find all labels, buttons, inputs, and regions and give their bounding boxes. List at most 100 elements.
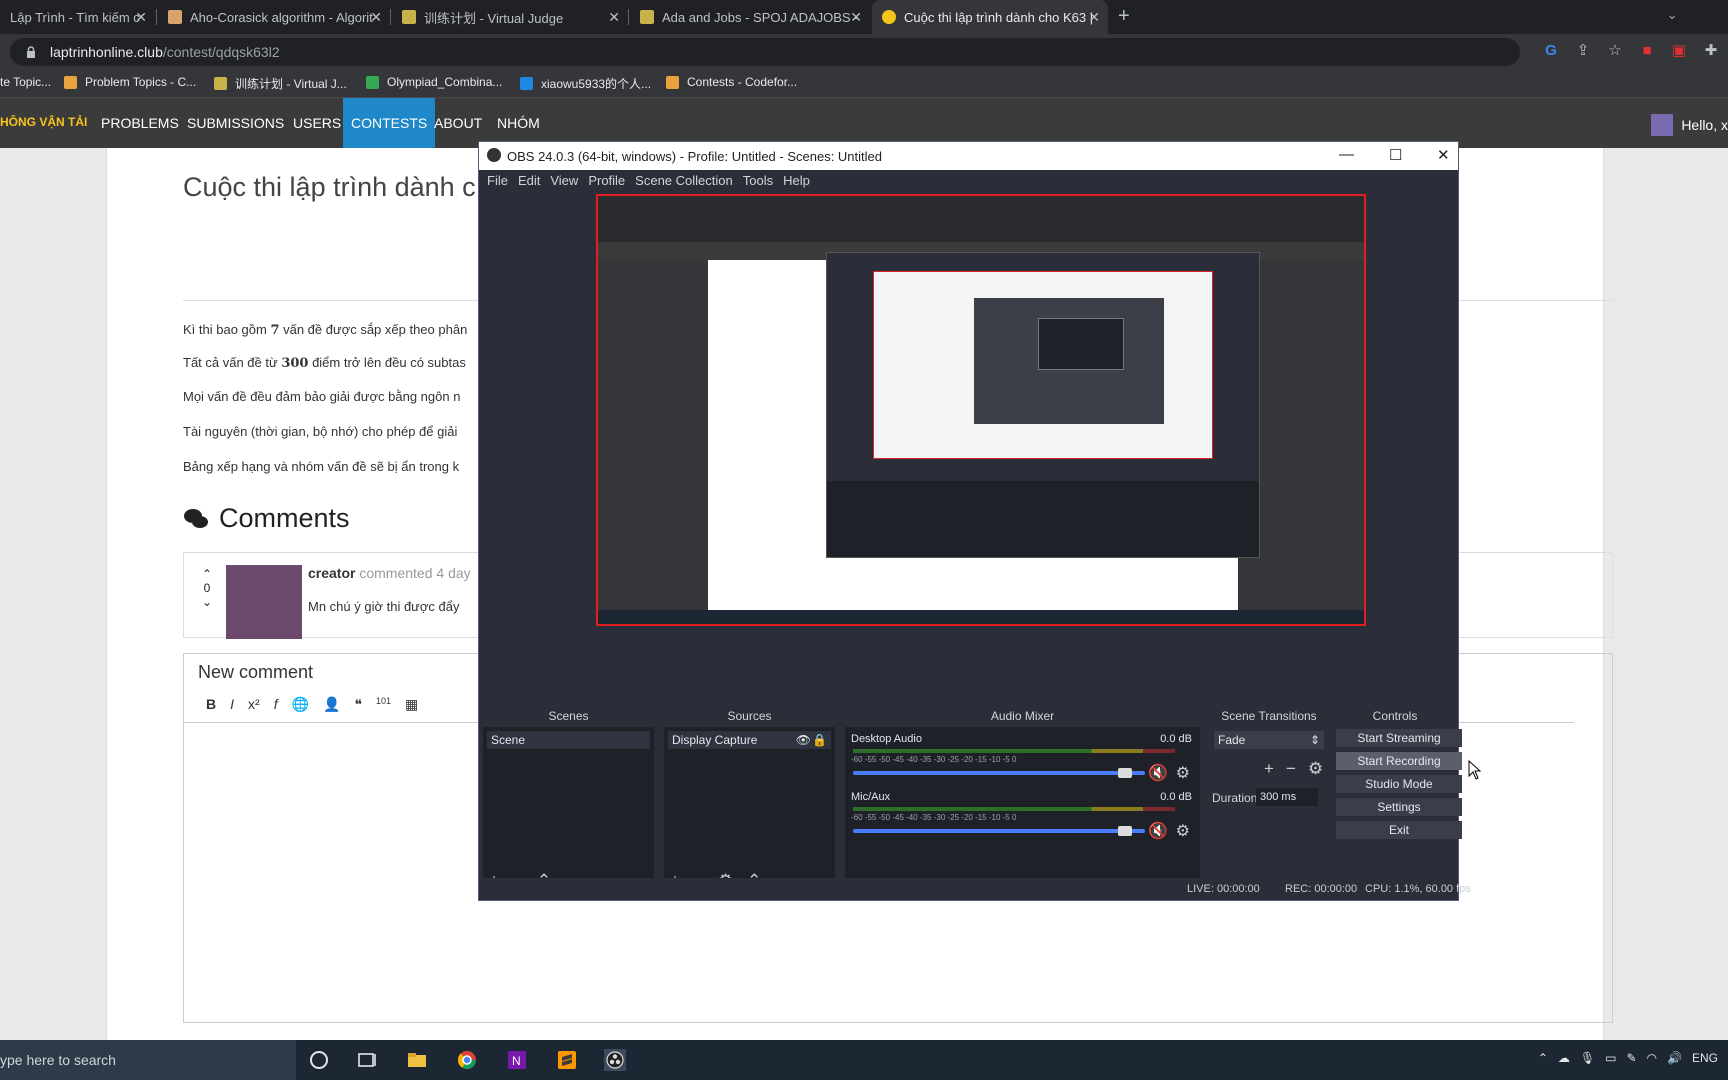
downvote-chevron-icon[interactable]: ⌄ <box>200 595 214 609</box>
microphone-icon[interactable]: 🎙 <box>1580 1051 1595 1065</box>
bold-button[interactable]: B <box>206 696 216 713</box>
nav-contests[interactable]: CONTESTS <box>343 98 436 148</box>
google-lens-icon[interactable]: G <box>1542 42 1560 60</box>
commenter-avatar[interactable] <box>226 565 302 639</box>
url-host: laptrinhonline.club <box>50 44 163 60</box>
sublime-text-icon[interactable] <box>556 1049 578 1071</box>
task-view-icon[interactable] <box>356 1049 378 1071</box>
mic-aux-gear-icon[interactable]: ⚙ <box>1176 821 1190 841</box>
source-list-item[interactable]: Display Capture 👁 🔒 <box>668 731 831 749</box>
tab-contest-active[interactable]: Cuộc thi lập trình dành cho K63 | ✕ <box>872 0 1108 34</box>
eye-visibility-icon[interactable]: 👁 <box>796 731 811 749</box>
obs-taskbar-icon[interactable] <box>604 1049 626 1071</box>
bookmark-item[interactable]: Problem Topics - C... <box>64 75 196 89</box>
chrome-icon[interactable] <box>456 1049 478 1071</box>
gear-icon[interactable]: ⚙ <box>1308 759 1323 779</box>
desktop-audio-gear-icon[interactable]: ⚙ <box>1176 763 1190 783</box>
url-bar[interactable]: laptrinhonline.club/contest/qdqsk63l2 <box>10 38 1520 66</box>
share-icon[interactable]: ⇪ <box>1574 42 1592 60</box>
settings-button[interactable]: Settings <box>1336 798 1462 816</box>
bookmark-item[interactable]: xiaowu5933的个人... <box>520 75 651 92</box>
close-tab-icon[interactable]: ✕ <box>608 9 620 26</box>
remove-icon[interactable]: − <box>1286 759 1296 779</box>
nav-problems[interactable]: PROBLEMS <box>93 98 187 148</box>
transition-select[interactable]: Fade ⇕ <box>1214 731 1324 749</box>
italic-button[interactable]: I <box>230 696 234 713</box>
desktop-audio-mute-speaker-icon[interactable]: 🔇 <box>1148 763 1168 783</box>
menu-tools[interactable]: Tools <box>743 170 773 192</box>
file-explorer-icon[interactable] <box>406 1049 428 1071</box>
nav-users[interactable]: USERS <box>285 98 349 148</box>
pen-icon[interactable]: ✎ <box>1626 1051 1636 1065</box>
extension-red-icon[interactable]: ■ <box>1638 42 1656 60</box>
code-icon[interactable]: 101 <box>376 696 391 713</box>
cloud-icon[interactable]: ☁ <box>1558 1051 1570 1065</box>
superscript-button[interactable]: x² <box>248 696 260 713</box>
menu-help[interactable]: Help <box>783 170 810 192</box>
comment-author[interactable]: creator commented 4 day <box>308 565 471 581</box>
menu-edit[interactable]: Edit <box>518 170 540 192</box>
desktop-audio-slider-knob[interactable] <box>1117 768 1132 778</box>
image-icon[interactable]: ▦ <box>405 696 418 713</box>
extension-record-icon[interactable]: ▣ <box>1670 42 1688 60</box>
cortana-circle-icon[interactable] <box>308 1049 330 1071</box>
desktop-audio-volume-slider[interactable] <box>853 771 1145 775</box>
tray-expand-chevron-icon[interactable]: ⌃ <box>1538 1051 1548 1065</box>
taskbar-search-box[interactable]: ype here to search <box>0 1040 296 1080</box>
menu-profile[interactable]: Profile <box>588 170 625 192</box>
start-streaming-button[interactable]: Start Streaming <box>1336 729 1462 747</box>
bookmark-item[interactable]: 训练计划 - Virtual J... <box>214 75 347 92</box>
close-tab-icon[interactable]: ✕ <box>135 9 147 26</box>
language-indicator[interactable]: ENG <box>1692 1051 1718 1065</box>
start-recording-button[interactable]: Start Recording <box>1336 752 1462 770</box>
tab-search-chevron-icon[interactable]: ⌄ <box>1666 6 1678 23</box>
close-tab-icon[interactable]: ✕ <box>370 9 382 26</box>
onenote-icon[interactable]: N <box>506 1049 528 1071</box>
mic-aux-mute-speaker-icon[interactable]: 🔇 <box>1148 821 1168 841</box>
tab-spoj[interactable]: Ada and Jobs - SPOJ ADAJOBS - ✕ <box>630 0 870 34</box>
scene-list-item[interactable]: Scene <box>487 731 650 749</box>
menu-file[interactable]: File <box>487 170 508 192</box>
bookmark-star-icon[interactable]: ☆ <box>1606 42 1624 60</box>
tab-aho-corasick[interactable]: Aho-Corasick algorithm - Algorit ✕ <box>158 0 390 34</box>
close-tab-icon[interactable]: ✕ <box>1088 9 1100 26</box>
tab-virtual-judge[interactable]: 训练计划 - Virtual Judge ✕ <box>392 0 628 34</box>
formula-button[interactable]: f <box>274 696 278 713</box>
bookmark-label: Problem Topics - C... <box>85 75 197 89</box>
bookmark-item[interactable]: Contests - Codefor... <box>666 75 797 89</box>
extensions-puzzle-icon[interactable]: ✚ <box>1702 42 1720 60</box>
cpu-fps: CPU: 1.1%, 60.00 fps <box>1365 883 1471 895</box>
obs-titlebar[interactable]: OBS 24.0.3 (64-bit, windows) - Profile: … <box>479 142 1458 170</box>
close-window-icon[interactable]: ✕ <box>1437 146 1450 164</box>
close-tab-icon[interactable]: ✕ <box>850 9 862 26</box>
volume-speaker-icon[interactable]: 🔊 <box>1667 1051 1682 1065</box>
nav-submissions[interactable]: SUBMISSIONS <box>179 98 292 148</box>
scenes-dock-title: Scenes <box>483 705 654 727</box>
link-globe-icon[interactable]: 🌐 <box>292 696 309 713</box>
maximize-window-icon[interactable]: ☐ <box>1389 146 1402 164</box>
duration-spinbox[interactable]: 300 ms <box>1256 788 1318 806</box>
studio-mode-button[interactable]: Studio Mode <box>1336 775 1462 793</box>
bookmark-item[interactable]: Olympiad_Combina... <box>366 75 502 89</box>
minimize-window-icon[interactable]: — <box>1339 146 1354 163</box>
add-icon[interactable]: + <box>1264 759 1274 779</box>
mic-aux-volume-slider[interactable] <box>853 829 1145 833</box>
display-capture-preview[interactable] <box>596 194 1366 626</box>
wifi-icon[interactable]: ◠ <box>1647 1051 1657 1065</box>
upvote-chevron-icon[interactable]: ⌃ <box>200 567 214 581</box>
battery-icon[interactable]: ▭ <box>1605 1051 1616 1065</box>
user-mention-icon[interactable]: 👤 <box>323 696 340 713</box>
exit-button[interactable]: Exit <box>1336 821 1462 839</box>
menu-view[interactable]: View <box>550 170 578 192</box>
new-tab-button[interactable]: + <box>1118 5 1130 28</box>
tab-search[interactable]: Lập Trình - Tìm kiếm c ✕ <box>0 0 155 34</box>
mic-aux-slider-knob[interactable] <box>1117 826 1132 836</box>
controls-panel: Start Streaming Start Recording Studio M… <box>1332 727 1462 895</box>
quote-icon[interactable]: ❝ <box>354 696 362 713</box>
lock-icon[interactable]: 🔒 <box>812 731 827 749</box>
user-greeting[interactable]: Hello, x <box>1651 114 1728 136</box>
bookmark-item[interactable]: te Topic... <box>0 75 51 89</box>
tab-favicon-icon <box>882 10 896 24</box>
site-logo[interactable]: HÔNG VẬN TẢI <box>0 115 87 129</box>
menu-scene-collection[interactable]: Scene Collection <box>635 170 733 192</box>
